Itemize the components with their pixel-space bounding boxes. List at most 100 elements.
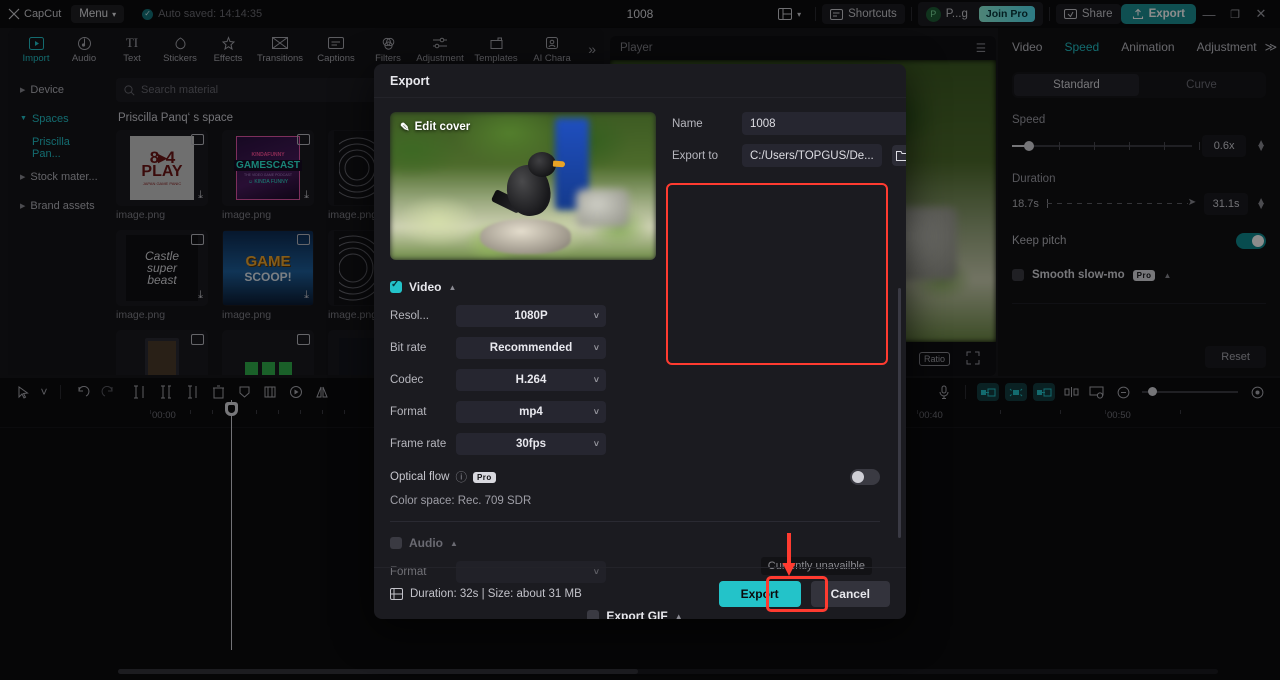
speed-mode-standard[interactable]: Standard xyxy=(1014,74,1139,96)
mixer-icon[interactable] xyxy=(1058,380,1084,404)
tool-tab-effects[interactable]: Effects xyxy=(204,34,252,64)
timeline-zoom-slider[interactable] xyxy=(1142,386,1238,398)
download-icon[interactable]: ⤓ xyxy=(198,289,203,302)
tool-tab-captions[interactable]: Captions xyxy=(308,34,364,64)
download-icon[interactable]: ⤓ xyxy=(304,189,309,202)
chevron-double-right-icon[interactable]: ≫ xyxy=(1265,40,1278,54)
tool-tab-import[interactable]: Import xyxy=(12,34,60,64)
material-thumbnail[interactable]: KINDAFUNNY GAMESCAST THE VIDEO GAME PODCAS… xyxy=(222,130,314,206)
select-arrow-icon[interactable] xyxy=(10,380,36,404)
microphone-icon[interactable] xyxy=(931,380,957,404)
speed-ramp-icon[interactable] xyxy=(1033,383,1055,401)
sidebar-item-device[interactable]: ▶ Device xyxy=(14,76,106,103)
tool-tab-filters[interactable]: Filters xyxy=(364,34,412,64)
chevron-up-icon[interactable]: ▲ xyxy=(450,539,458,548)
maximize-button[interactable]: ❐ xyxy=(1222,1,1248,27)
timeline-scrollbar[interactable] xyxy=(118,669,1218,674)
speed-mode-curve[interactable]: Curve xyxy=(1139,74,1264,96)
close-button[interactable]: ✕ xyxy=(1248,1,1274,27)
export-confirm-button[interactable]: Export xyxy=(718,580,801,607)
tab-speed[interactable]: Speed xyxy=(1064,40,1099,54)
zoom-in-icon[interactable] xyxy=(1244,380,1270,404)
edit-cover-button[interactable]: ✎ Edit cover xyxy=(400,120,470,134)
share-button[interactable]: Share xyxy=(1055,4,1121,24)
tab-adjustment[interactable]: Adjustment xyxy=(1197,40,1257,54)
material-thumbnail[interactable] xyxy=(222,330,314,375)
trim-left-icon[interactable] xyxy=(153,380,179,404)
trim-right-icon[interactable] xyxy=(179,380,205,404)
material-item[interactable] xyxy=(116,330,208,375)
hamburger-icon[interactable]: ☰ xyxy=(976,41,986,55)
dialog-scrollbar[interactable] xyxy=(898,288,901,538)
join-pro-badge[interactable]: Join Pro xyxy=(978,6,1035,22)
duration-stepper[interactable]: ▲ ▼ xyxy=(1256,197,1266,212)
optical-flow-toggle[interactable] xyxy=(850,469,880,485)
zoom-out-icon[interactable] xyxy=(1110,380,1136,404)
tool-tab-text[interactable]: TI Text xyxy=(108,34,156,64)
sidebar-item-stock-materials[interactable]: ▶ Stock mater... xyxy=(14,163,106,190)
bitrate-select[interactable]: Recommended ˅ xyxy=(456,337,606,359)
menu-button[interactable]: Menu ▾ xyxy=(71,5,125,23)
resolution-select[interactable]: 1080P ˅ xyxy=(456,305,606,327)
reset-button[interactable]: Reset xyxy=(1205,346,1266,368)
speed-value[interactable]: 0.6x xyxy=(1202,135,1247,157)
material-item[interactable]: Castle super beast ⤓ image.png xyxy=(116,230,208,321)
fullscreen-icon[interactable] xyxy=(966,351,980,368)
smooth-slowmo-checkbox[interactable] xyxy=(1012,269,1024,281)
download-icon[interactable]: ⤓ xyxy=(304,289,309,302)
mirror-icon[interactable] xyxy=(309,380,335,404)
material-item[interactable]: KINDAFUNNY GAMESCAST THE VIDEO GAME PODCAS… xyxy=(222,130,314,221)
delete-icon[interactable] xyxy=(205,380,231,404)
tab-video[interactable]: Video xyxy=(1012,40,1042,54)
framerate-select[interactable]: 30fps ˅ xyxy=(456,433,606,455)
tool-tab-templates[interactable]: Templates xyxy=(468,34,524,64)
keep-pitch-toggle[interactable] xyxy=(1236,233,1266,249)
account-button[interactable]: P P...g Join Pro xyxy=(917,2,1043,26)
magic-icon[interactable] xyxy=(1005,383,1027,401)
chevron-down-icon[interactable]: ˅ xyxy=(36,380,52,404)
download-icon[interactable]: ⤓ xyxy=(198,189,203,202)
chevron-up-icon[interactable]: ▲ xyxy=(1163,271,1171,280)
undo-icon[interactable] xyxy=(69,380,95,404)
export-button-titlebar[interactable]: Export xyxy=(1120,4,1196,24)
video-checkbox[interactable] xyxy=(390,279,402,293)
material-thumbnail[interactable]: 8▸4 PLAY JAPAN GAME PANIC ⤓ xyxy=(116,130,208,206)
codec-select[interactable]: H.264 ˅ xyxy=(456,369,606,391)
cancel-button[interactable]: Cancel xyxy=(810,580,890,607)
chevron-up-icon[interactable]: ▲ xyxy=(448,283,456,292)
info-icon[interactable]: ⓘ xyxy=(455,469,467,485)
tool-tab-stickers[interactable]: Stickers xyxy=(156,34,204,64)
redo-icon[interactable] xyxy=(95,380,121,404)
more-tools-button[interactable]: » xyxy=(588,41,600,57)
audio-checkbox[interactable] xyxy=(390,537,402,549)
format-select[interactable]: mp4 ˅ xyxy=(456,401,606,423)
material-item[interactable]: 8▸4 PLAY JAPAN GAME PANIC ⤓ image.png xyxy=(116,130,208,221)
ratio-button[interactable]: Ratio xyxy=(918,352,950,366)
name-input[interactable]: 1008 xyxy=(742,112,906,135)
material-thumbnail[interactable] xyxy=(116,330,208,375)
material-item[interactable] xyxy=(222,330,314,375)
freeze-icon[interactable] xyxy=(231,380,257,404)
layout-button[interactable]: ▾ xyxy=(770,4,809,24)
tab-animation[interactable]: Animation xyxy=(1121,40,1174,54)
speed-slider-knob[interactable] xyxy=(1024,141,1034,151)
speed-stepper[interactable]: ▲ ▼ xyxy=(1256,139,1266,154)
material-thumbnail[interactable]: Castle super beast ⤓ xyxy=(116,230,208,306)
sidebar-item-spaces[interactable]: ▼ Spaces xyxy=(14,105,106,132)
export-path-input[interactable]: C:/Users/TOPGUS/De... xyxy=(742,144,882,167)
keyframe-icon[interactable] xyxy=(1084,380,1110,404)
folder-icon[interactable] xyxy=(891,145,906,166)
playhead[interactable] xyxy=(225,400,238,650)
tool-tab-transitions[interactable]: Transitions xyxy=(252,34,308,64)
auto-cut-icon[interactable] xyxy=(977,383,999,401)
reverse-icon[interactable] xyxy=(283,380,309,404)
duration-value[interactable]: 31.1s xyxy=(1204,193,1249,215)
cover-preview[interactable]: ✎ Edit cover xyxy=(390,112,656,260)
tool-tab-adjustment[interactable]: Adjustment xyxy=(412,34,468,64)
sidebar-item-brand-assets[interactable]: ▶ Brand assets xyxy=(14,192,106,219)
shortcuts-button[interactable]: Shortcuts xyxy=(822,4,905,24)
tool-tab-ai-character[interactable]: AI Chara xyxy=(524,34,580,64)
crop-icon[interactable] xyxy=(257,380,283,404)
speed-slider[interactable] xyxy=(1012,139,1200,153)
minimize-button[interactable]: — xyxy=(1196,1,1222,27)
